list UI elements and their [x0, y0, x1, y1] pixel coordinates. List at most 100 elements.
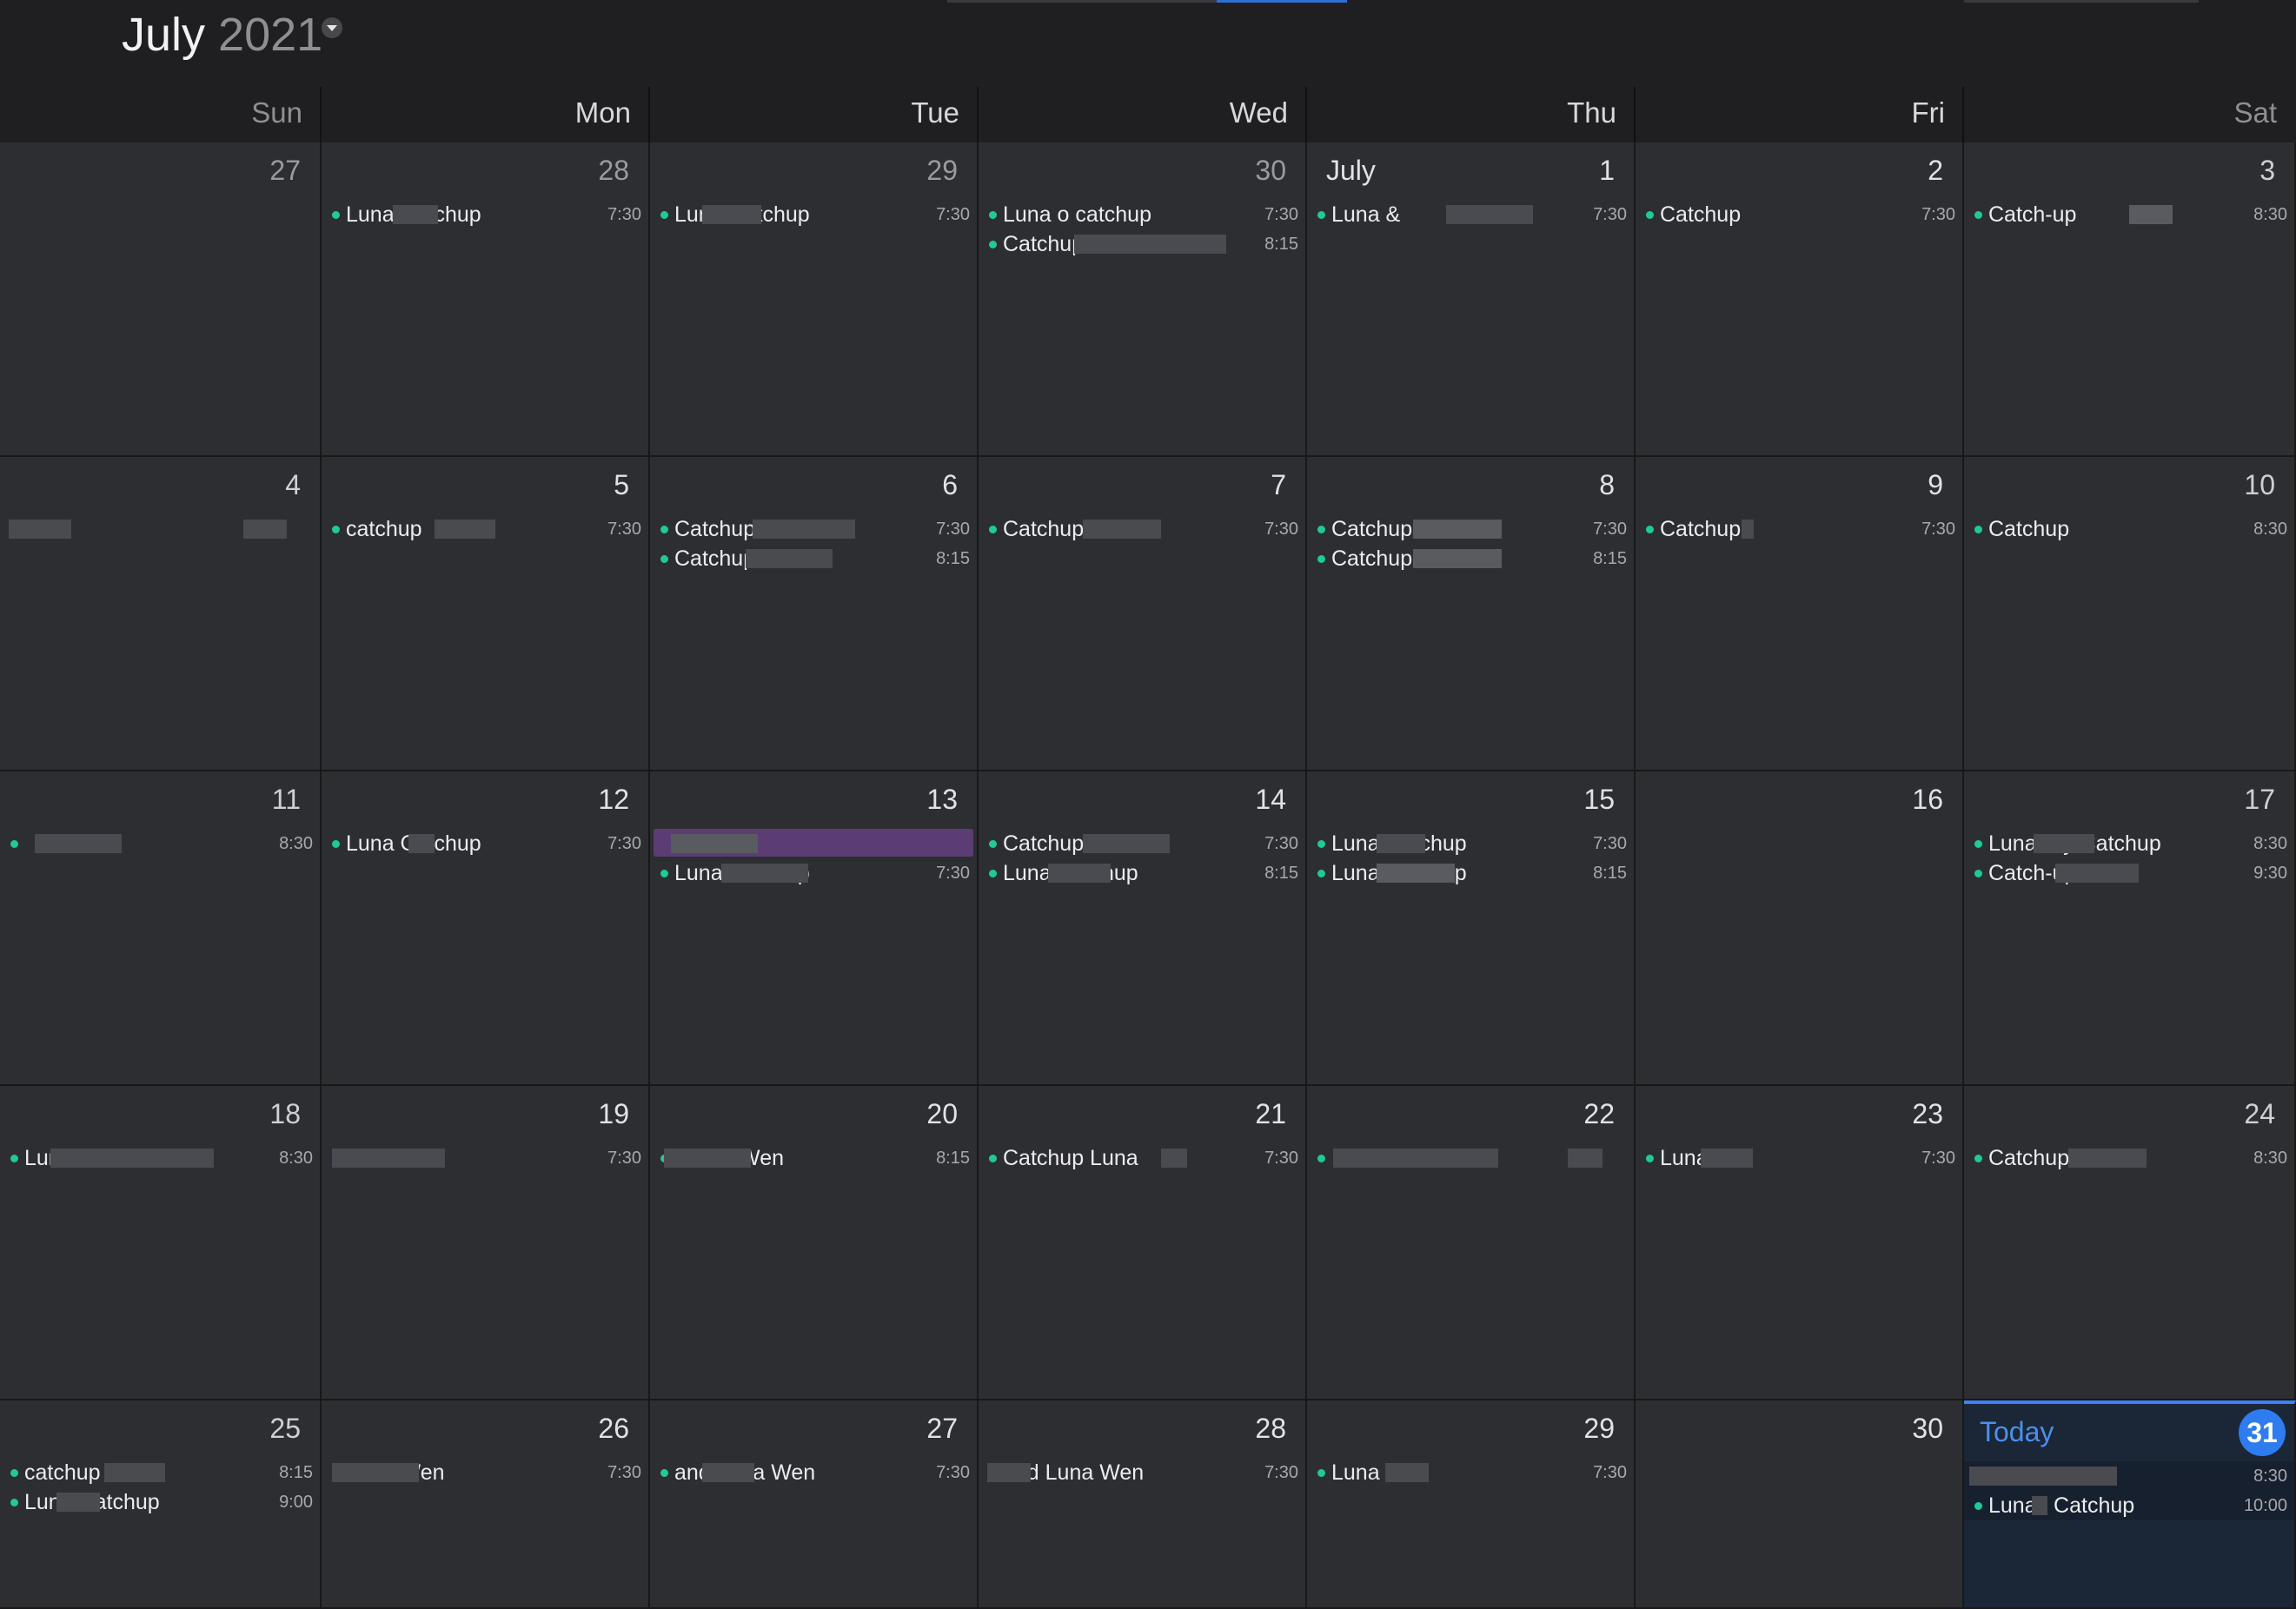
calendar-event[interactable]: Luna & 7:30 [1307, 200, 1634, 229]
day-cell[interactable]: 28 and Luna Wen 7:30 [979, 1400, 1307, 1609]
calendar-event[interactable]: Luna o catchup 7:30 [979, 200, 1305, 229]
calendar-color-dot-icon [989, 241, 997, 248]
day-cell[interactable]: 28 Luna Catchup 7:30 [322, 142, 650, 457]
event-title: Luna o catchup [1003, 202, 1151, 227]
day-cell[interactable]: 19 Luna Wen7:30 [322, 1086, 650, 1400]
redacted-text [746, 549, 833, 568]
day-cell[interactable]: 7 Catchup 7:30 [979, 457, 1307, 771]
calendar-event[interactable]: catchup 8:15 [0, 1458, 320, 1487]
calendar-event[interactable]: Luna Catchup7:30 [650, 200, 977, 229]
day-cell[interactable]: 25 catchup 8:15 Luna Catchup 9:00 [0, 1400, 322, 1609]
day-cell[interactable]: 26 Luna Wen7:30 [322, 1400, 650, 1609]
day-cell[interactable]: 23 Luna 7:30 [1636, 1086, 1964, 1400]
calendar-event[interactable]: Luna Catchup8:15 [979, 858, 1305, 888]
day-cell[interactable]: 14 Catchup7:30 Luna Catchup 8:15 [979, 771, 1307, 1086]
day-cell[interactable]: 6 Catchup 7:30 Catchup -8:15 [650, 457, 979, 771]
event-list: Catchup 7:30 [1636, 200, 1962, 229]
day-cell[interactable]: 3 Catch-up 8:30 [1964, 142, 2296, 457]
event-list: Luna 7:30 [1636, 1143, 1962, 1173]
calendar-event[interactable]: Luna Wen7:30 [1307, 1458, 1634, 1487]
calendar-event[interactable]: Luna Catchup 9:00 [0, 1487, 320, 1517]
calendar-event[interactable]: Luna Catchup7:30 [650, 858, 977, 888]
redacted-text [702, 205, 761, 224]
day-cell[interactable]: 29 Luna Wen 7:30 [1307, 1400, 1636, 1609]
day-cell[interactable]: 5 catchup 7:30 [322, 457, 650, 771]
calendar-event[interactable]: catchup 7:30 [322, 514, 648, 544]
day-cell[interactable]: 20 l Luna Wen8:15 [650, 1086, 979, 1400]
column-divider [320, 87, 322, 142]
day-cell[interactable]: 8 Catchup 7:30 Catchup 8:15 [1307, 457, 1636, 771]
day-cell[interactable]: 11 8:30 [0, 771, 322, 1086]
redacted-text [1377, 864, 1455, 883]
day-cell[interactable]: 27 [0, 142, 322, 457]
calendar-event[interactable]: Catch-up 9:30 [1964, 858, 2294, 888]
calendar-event[interactable]: Luna Catchup7:30 [322, 200, 648, 229]
calendar-color-dot-icon [10, 1469, 18, 1477]
event-time: 8:15 [1593, 549, 1627, 568]
calendar-event[interactable]: Catch-up 8:30 [1964, 200, 2294, 229]
calendar-event[interactable]: Catchup 8:15 [1307, 544, 1634, 573]
calendar-event[interactable]: Catchup 7:30 [979, 829, 1305, 858]
calendar-event[interactable]: Catchup Luna 7:30 [979, 1143, 1305, 1173]
event-time: 7:30 [936, 520, 970, 539]
day-cell[interactable]: 12 Luna Catchup 7:30 [322, 771, 650, 1086]
day-cell[interactable]: 21 Catchup Luna 7:30 [979, 1086, 1307, 1400]
calendar-event[interactable]: Luna i Catchup 10:00 [1964, 1491, 2294, 1520]
event-time: 8:15 [279, 1463, 313, 1482]
day-cell[interactable]: 22 [1307, 1086, 1636, 1400]
calendar-event[interactable]: Luna Wen7:30 [322, 1143, 648, 1173]
view-switcher-selected[interactable] [1217, 0, 1347, 3]
day-cell[interactable]: 2 Catchup 7:30 [1636, 142, 1964, 457]
day-cell[interactable]: 27 and Luna Wen7:30 [650, 1400, 979, 1609]
redacted-text [2034, 834, 2094, 853]
calendar-event[interactable] [0, 514, 320, 544]
calendar-event[interactable]: Catchup 7:30 [1307, 514, 1634, 544]
redacted-text [1446, 205, 1533, 224]
calendar-event[interactable]: Luna & y Catchup 8:30 [1964, 829, 2294, 858]
day-cell[interactable]: 30 Luna o catchup 7:30 Catchup -8:15 [979, 142, 1307, 457]
calendar-event[interactable]: and Luna Wen7:30 [650, 1458, 977, 1487]
event-title: Catchup [1660, 517, 1742, 541]
calendar-event[interactable]: Catchup 7:30 [650, 514, 977, 544]
all-day-event[interactable] [654, 829, 973, 857]
calendar-event[interactable]: Luna Catchup8:15 [1307, 858, 1634, 888]
day-cell[interactable]: 24 Catchup 8:30 [1964, 1086, 2296, 1400]
calendar-event[interactable]: Luna Wen7:30 [322, 1458, 648, 1487]
calendar-event[interactable]: Luna 7:30 [1636, 1143, 1962, 1173]
day-cell[interactable]: Today 31 8:30 Luna i Catchup 10:00 [1964, 1400, 2296, 1609]
calendar-event[interactable]: Luna Catchup7:30 [322, 829, 648, 858]
day-cell[interactable]: 30 [1636, 1400, 1964, 1609]
calendar-event[interactable]: Luna 8:30 [0, 1143, 320, 1173]
calendar-event[interactable]: Catchup 7:30 [979, 514, 1305, 544]
calendar-event[interactable]: Catchup 8:30 [1964, 1143, 2294, 1173]
calendar-event[interactable]: Luna Catchup7:30 [1307, 829, 1634, 858]
day-number: 22 [1583, 1098, 1615, 1129]
day-cell[interactable]: 17 Luna & y Catchup 8:30 Catch-up9:30 [1964, 771, 2296, 1086]
month-picker-chevron-down-icon[interactable] [322, 17, 342, 38]
calendar-event[interactable]: Catchup -8:15 [650, 544, 977, 573]
event-list: and Luna Wen7:30 [650, 1458, 977, 1487]
calendar-event[interactable] [1307, 1143, 1634, 1173]
day-cell[interactable]: 4 [0, 457, 322, 771]
day-cell[interactable]: 10 Catchup 8:30 [1964, 457, 2296, 771]
day-cell[interactable]: 9 Catchup 7:30 [1636, 457, 1964, 771]
event-time: 8:30 [2253, 1149, 2287, 1168]
day-cell[interactable]: 15 Luna Catchup 7:30 Luna Catchup8:15 [1307, 771, 1636, 1086]
calendar-event[interactable]: Catchup 7:30 [1636, 514, 1962, 544]
calendar-event[interactable]: Catchup 8:30 [1964, 514, 2294, 544]
day-cell[interactable]: 16 [1636, 771, 1964, 1086]
event-list: Luna Wen7:30 [322, 1143, 648, 1173]
search-field-edge[interactable] [1964, 0, 2199, 3]
calendar-event[interactable]: Catchup 7:30 [1636, 200, 1962, 229]
day-cell[interactable]: July 1 Luna & 7:30 [1307, 142, 1636, 457]
calendar-event[interactable]: 8:30 [1964, 1461, 2294, 1491]
day-cell[interactable]: 18 Luna 8:30 [0, 1086, 322, 1400]
calendar-event[interactable]: Catchup -8:15 [979, 229, 1305, 259]
calendar-event[interactable]: 8:30 [0, 829, 320, 858]
weekday-label-fri: Fri [1911, 96, 1945, 129]
calendar-event[interactable]: l Luna Wen8:15 [650, 1143, 977, 1173]
day-cell[interactable]: 13 Luna Catchup7:30 [650, 771, 979, 1086]
calendar-event[interactable]: and Luna Wen7:30 [979, 1458, 1305, 1487]
day-cell[interactable]: 29 Luna Catchup 7:30 [650, 142, 979, 457]
event-list: Luna Catchup7:30 [650, 829, 977, 888]
